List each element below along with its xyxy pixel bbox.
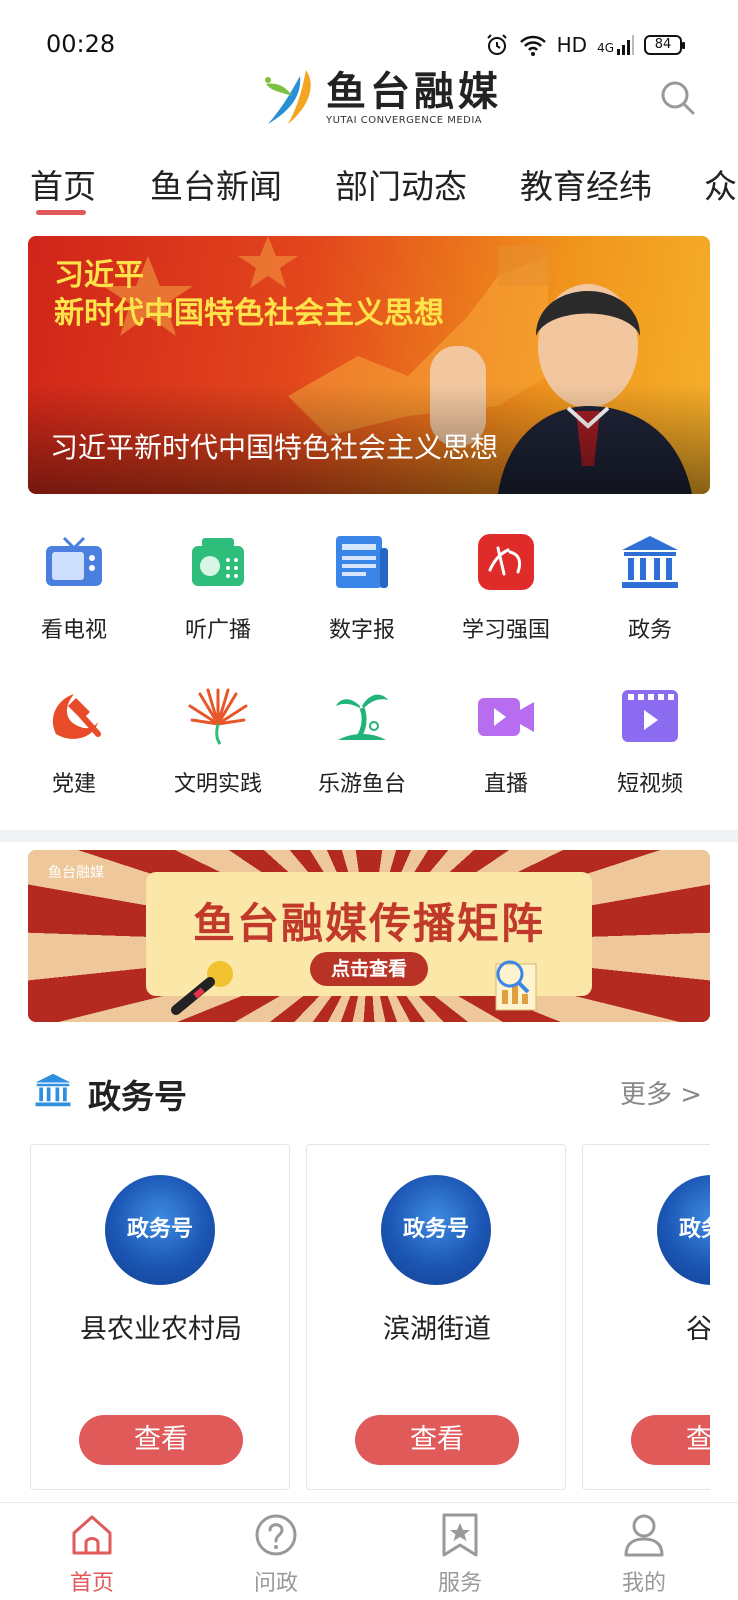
government-icon [35, 1073, 71, 1107]
party-icon [52, 694, 101, 739]
promo-banner[interactable]: 鱼台融媒 鱼台融媒传播矩阵 点击查看 [28, 850, 710, 1022]
grid-item-xuexi[interactable]: 学习强国 [446, 530, 566, 644]
civilization-icon [188, 688, 248, 745]
promo-title: 鱼台融媒传播矩阵 [192, 899, 545, 948]
grid-label-civilization: 文明实践 [173, 772, 262, 797]
question-icon [255, 1514, 297, 1556]
home-icon [72, 1515, 112, 1555]
view-button[interactable]: 查看 [631, 1415, 710, 1465]
wifi-icon [519, 35, 546, 56]
section-title: 政务号 [88, 1077, 187, 1116]
grid-label-travel: 乐游鱼台 [317, 772, 406, 797]
magnifier-report-icon [495, 960, 537, 1011]
xuexi-icon [478, 534, 534, 590]
bottom-navigation: 首页 问政 服务 我的 [0, 1502, 738, 1600]
grid-item-radio[interactable]: 听广播 [158, 530, 278, 644]
view-button[interactable]: 查看 [79, 1415, 243, 1465]
grid-item-tv[interactable]: 看电视 [14, 530, 134, 644]
category-tabs: 首页 鱼台新闻 部门动态 教育经纬 众 [0, 150, 738, 220]
government-accounts-header: 政务号 更多 > [32, 1066, 708, 1116]
nav-services[interactable]: 服务 [410, 1511, 510, 1597]
logo-english-name: YUTAI CONVERGENCE MEDIA [326, 114, 483, 126]
grid-label-live: 直播 [483, 772, 528, 797]
government-account-list: 政务号 县农业农村局 查看 政务号 滨湖街道 查看 政务号 谷亭 查看 [30, 1144, 710, 1494]
section-divider [0, 830, 738, 842]
account-avatar-label: 政务号 [402, 1216, 469, 1242]
tab-home[interactable]: 首页 [30, 160, 96, 208]
view-button[interactable]: 查看 [355, 1415, 519, 1465]
account-avatar: 政务号 [657, 1175, 710, 1285]
grid-item-live[interactable]: 直播 [446, 684, 566, 798]
tv-icon [46, 536, 102, 586]
nav-profile[interactable]: 我的 [594, 1511, 694, 1597]
tab-more[interactable]: 众 [704, 160, 737, 208]
network-label: HD [556, 33, 588, 57]
alarm-icon [486, 34, 507, 55]
search-icon[interactable] [658, 78, 698, 118]
account-avatar: 政务号 [381, 1175, 491, 1285]
grid-label-party: 党建 [51, 772, 96, 797]
promo-logo: 鱼台融媒 [48, 865, 104, 881]
nav-home-label: 首页 [69, 1571, 114, 1596]
grid-label-radio: 听广播 [184, 618, 251, 643]
tab-yutai-news[interactable]: 鱼台新闻 [150, 160, 282, 208]
grid-item-short-video[interactable]: 短视频 [590, 684, 710, 798]
grid-item-party[interactable]: 党建 [14, 684, 134, 798]
hero-title-line2: 新时代中国特色社会主义思想 [54, 296, 444, 331]
account-card[interactable]: 政务号 滨湖街道 查看 [306, 1144, 566, 1490]
status-time: 00:28 [46, 30, 116, 58]
grid-label-newspaper: 数字报 [328, 618, 395, 643]
account-card[interactable]: 政务号 谷亭 查看 [582, 1144, 710, 1490]
government-icon [622, 536, 678, 588]
hero-banner[interactable]: 习近平 新时代中国特色社会主义思想 习近平新时代中国特色社会主义思想 [28, 236, 710, 494]
grid-item-travel[interactable]: 乐游鱼台 [302, 684, 422, 798]
status-icons: HD 4G 84 [485, 30, 685, 60]
account-name: 谷亭 [686, 1314, 710, 1345]
nav-home[interactable]: 首页 [42, 1511, 142, 1597]
nav-services-label: 服务 [437, 1571, 482, 1596]
microphone-icon [171, 961, 233, 1015]
account-card[interactable]: 政务号 县农业农村局 查看 [30, 1144, 290, 1490]
logo-chinese-name: 鱼台融媒 [326, 68, 502, 115]
grid-item-government[interactable]: 政务 [590, 530, 710, 644]
newspaper-icon [336, 536, 388, 588]
account-name: 县农业农村局 [80, 1314, 242, 1345]
nav-inquiry-label: 问政 [253, 1571, 298, 1596]
grid-label-tv: 看电视 [40, 618, 107, 643]
signal-icon [617, 35, 634, 55]
live-video-icon [478, 698, 534, 736]
account-avatar: 政务号 [105, 1175, 215, 1285]
logo-mark-icon [265, 70, 311, 124]
radio-icon [192, 538, 244, 586]
grid-item-newspaper[interactable]: 数字报 [302, 530, 422, 644]
nav-profile-label: 我的 [621, 1571, 666, 1596]
palm-tree-icon [336, 694, 388, 740]
hero-caption: 习近平新时代中国特色社会主义思想 [50, 431, 499, 464]
grid-label-xuexi: 学习强国 [461, 618, 550, 643]
more-link[interactable]: 更多 > [620, 1074, 702, 1111]
account-name: 滨湖街道 [383, 1314, 491, 1345]
tab-education[interactable]: 教育经纬 [520, 160, 652, 208]
promo-view-button[interactable]: 点击查看 [310, 952, 428, 986]
battery-indicator: 84 [644, 35, 685, 55]
grid-label-short-video: 短视频 [616, 772, 683, 797]
signal-label: 4G [597, 35, 634, 55]
app-logo: 鱼台融媒 YUTAI CONVERGENCE MEDIA [258, 66, 502, 128]
user-icon [624, 1514, 664, 1557]
bookmark-star-icon [442, 1513, 478, 1557]
tab-department-news[interactable]: 部门动态 [335, 160, 467, 208]
account-avatar-label: 政务号 [126, 1216, 193, 1242]
account-avatar-label: 政务号 [678, 1216, 710, 1242]
signal-type: 4G [597, 41, 614, 55]
grid-label-government: 政务 [627, 618, 672, 643]
nav-inquiry[interactable]: 问政 [226, 1511, 326, 1597]
grid-item-civilization[interactable]: 文明实践 [158, 684, 278, 798]
active-tab-indicator [36, 210, 86, 215]
short-video-icon [622, 690, 678, 742]
